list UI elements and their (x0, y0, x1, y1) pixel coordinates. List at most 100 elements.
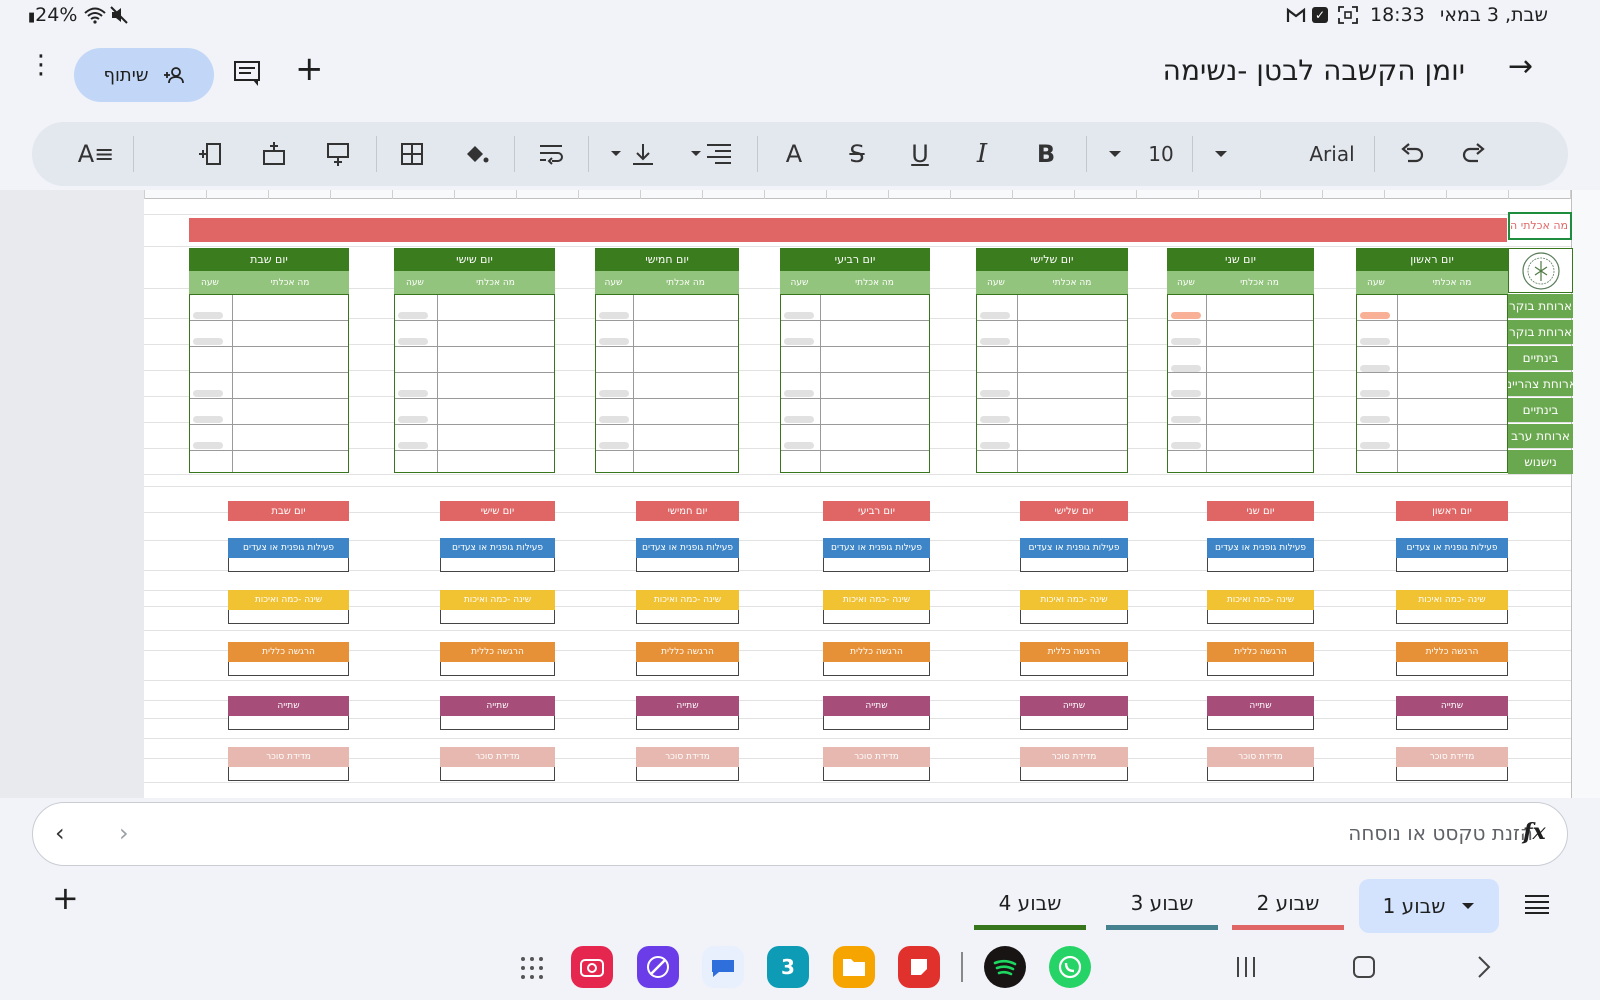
strikethrough-icon[interactable]: S (837, 132, 877, 176)
wrap-text-icon[interactable] (529, 132, 573, 176)
tab-week-3[interactable]: שבוע 3 (1100, 876, 1224, 930)
time-dropdown[interactable] (193, 390, 223, 397)
time-dropdown[interactable] (1360, 312, 1390, 319)
time-dropdown[interactable] (1171, 416, 1201, 423)
spreadsheet-grid[interactable]: יום ראשון שעה מה אכלתי יום שני שעה מה אכלתי יו… (0, 190, 1600, 798)
insert-row-below-icon[interactable] (318, 132, 358, 176)
time-dropdown[interactable] (193, 312, 223, 319)
tab-dropdown-icon[interactable] (1461, 901, 1475, 911)
bold-icon[interactable]: B (1026, 132, 1066, 176)
day-section-header: יום שני (1207, 501, 1314, 521)
text-format-icon[interactable]: A≡ (76, 132, 116, 176)
screenshot-icon (1338, 6, 1358, 24)
time-dropdown[interactable] (398, 312, 428, 319)
time-dropdown[interactable] (1360, 365, 1390, 372)
time-dropdown[interactable] (980, 338, 1010, 345)
time-dropdown[interactable] (1171, 442, 1201, 449)
time-dropdown[interactable] (1360, 390, 1390, 397)
time-dropdown[interactable] (1171, 338, 1201, 345)
time-dropdown[interactable] (599, 312, 629, 319)
time-dropdown[interactable] (193, 442, 223, 449)
all-sheets-icon[interactable] (1524, 894, 1550, 914)
calendar-app-icon[interactable]: 3 (767, 946, 809, 988)
category-label: שינה -כמה ואיכות (1396, 590, 1508, 610)
time-dropdown[interactable] (398, 390, 428, 397)
tab-week-2[interactable]: שבוע 2 (1226, 876, 1350, 930)
home-icon[interactable] (1352, 955, 1376, 979)
time-dropdown[interactable] (599, 442, 629, 449)
files-app-icon[interactable] (833, 946, 875, 988)
insert-column-icon[interactable] (190, 132, 230, 176)
font-family-value[interactable]: Arial (1292, 132, 1372, 176)
formula-bar[interactable]: ‹ › הזנת טקסט או נוסחה fx (32, 802, 1568, 866)
time-dropdown[interactable] (784, 416, 814, 423)
category-label: הרגשה כללית (1396, 642, 1508, 662)
share-button[interactable]: שיתוף (74, 48, 214, 102)
time-dropdown[interactable] (784, 390, 814, 397)
meal-label: בינתיים (1508, 346, 1573, 370)
recent-apps-icon[interactable] (1234, 956, 1258, 978)
time-dropdown[interactable] (1360, 416, 1390, 423)
italic-icon[interactable]: I (962, 132, 1002, 176)
add-sheet-icon[interactable]: + (52, 882, 79, 914)
what-column-header: מה אכלתי (1240, 277, 1279, 288)
time-dropdown[interactable] (398, 338, 428, 345)
time-dropdown[interactable] (784, 312, 814, 319)
sheet-content[interactable]: יום ראשון שעה מה אכלתי יום שני שעה מה אכלתי יו… (0, 190, 1600, 798)
horizontal-align-icon[interactable] (684, 132, 738, 176)
undo-icon[interactable] (1392, 132, 1432, 176)
time-dropdown[interactable] (193, 416, 223, 423)
tab-week-1[interactable]: שבוע 1 (1359, 879, 1499, 933)
category-label: הרגשה כללית (1020, 642, 1128, 662)
time-dropdown[interactable] (784, 338, 814, 345)
borders-icon[interactable] (392, 132, 432, 176)
chevron-left-icon[interactable]: ‹ (55, 819, 65, 847)
time-dropdown[interactable] (193, 338, 223, 345)
time-dropdown[interactable] (599, 416, 629, 423)
time-dropdown[interactable] (398, 442, 428, 449)
insert-row-above-icon[interactable] (254, 132, 294, 176)
vertical-align-icon[interactable] (604, 132, 658, 176)
browser-app-icon[interactable] (637, 946, 679, 988)
time-dropdown[interactable] (1171, 365, 1201, 372)
font-family-dropdown-icon[interactable] (1206, 132, 1236, 176)
camera-app-icon[interactable] (571, 946, 613, 988)
font-size-dropdown-icon[interactable] (1100, 132, 1130, 176)
time-dropdown[interactable] (599, 338, 629, 345)
comment-icon[interactable] (233, 60, 261, 88)
more-options-icon[interactable]: ⋮ (28, 52, 54, 78)
time-dropdown[interactable] (1360, 442, 1390, 449)
time-dropdown[interactable] (1171, 390, 1201, 397)
add-icon[interactable]: + (295, 52, 324, 86)
back-arrow-icon[interactable]: → (1508, 52, 1533, 82)
document-title[interactable]: יומן הקשבה לבטן -נשימה (1080, 54, 1465, 87)
notes-app-icon[interactable] (898, 946, 940, 988)
time-dropdown[interactable] (980, 416, 1010, 423)
spotify-app-icon[interactable] (984, 946, 1026, 988)
time-dropdown[interactable] (784, 442, 814, 449)
chevron-right-icon[interactable]: › (119, 819, 129, 847)
tab-week-4[interactable]: שבוע 4 (968, 876, 1092, 930)
whatsapp-app-icon[interactable] (1049, 946, 1091, 988)
fill-color-icon[interactable] (456, 132, 496, 176)
table-row-line (781, 398, 929, 399)
messages-app-icon[interactable] (702, 946, 744, 988)
time-dropdown[interactable] (1360, 338, 1390, 345)
gmail-icon (1286, 7, 1306, 22)
time-dropdown[interactable] (980, 442, 1010, 449)
banner-cell[interactable]: מה אכלתי היום ? (1508, 212, 1572, 240)
app-drawer-icon[interactable] (520, 956, 544, 980)
underline-icon[interactable]: U (900, 132, 940, 176)
time-dropdown[interactable] (980, 312, 1010, 319)
nav-back-icon[interactable] (1476, 955, 1492, 979)
time-dropdown[interactable] (599, 390, 629, 397)
text-color-icon[interactable]: A (774, 132, 814, 176)
time-dropdown[interactable] (398, 416, 428, 423)
formula-input[interactable]: הזנת טקסט או נוסחה (1253, 821, 1533, 845)
time-dropdown[interactable] (1171, 312, 1201, 319)
subheader-row: שעה מה אכלתי (595, 271, 739, 294)
time-dropdown[interactable] (980, 390, 1010, 397)
banner-text: מה אכלתי היום ? (1508, 219, 1568, 232)
font-size-value[interactable]: 10 (1136, 132, 1186, 176)
redo-icon[interactable] (1454, 132, 1494, 176)
